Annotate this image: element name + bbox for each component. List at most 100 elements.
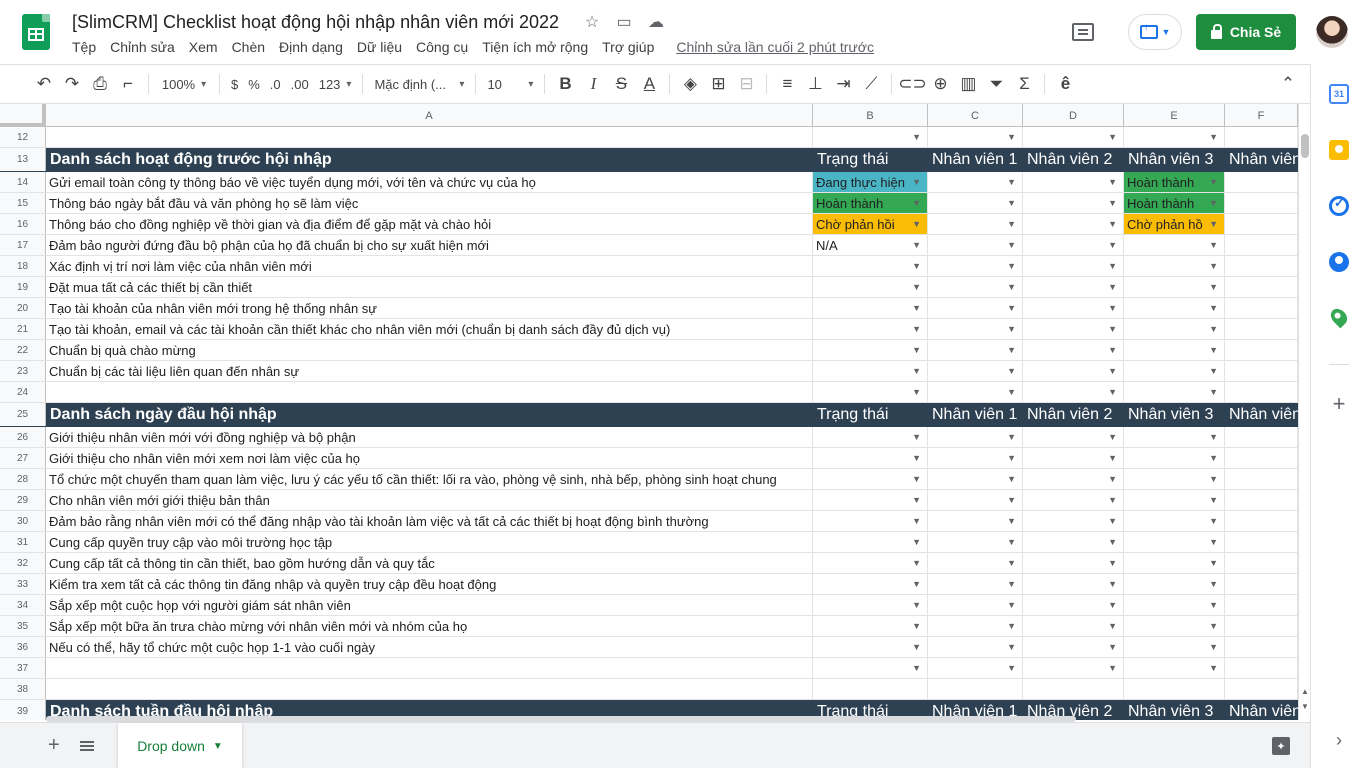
- cell-e[interactable]: ▼: [1124, 319, 1225, 339]
- cell-a[interactable]: Xác định vị trí nơi làm việc của nhân vi…: [46, 256, 813, 276]
- cell-d[interactable]: ▼: [1023, 235, 1124, 255]
- cell-b[interactable]: ▼: [813, 382, 928, 402]
- cell-e[interactable]: ▼: [1124, 235, 1225, 255]
- move-folder-icon[interactable]: ▭: [614, 12, 634, 32]
- cell-e[interactable]: ▼: [1124, 658, 1225, 678]
- undo-icon[interactable]: ↶: [30, 70, 58, 98]
- cell-e[interactable]: ▼: [1124, 340, 1225, 360]
- cell-e[interactable]: ▼: [1124, 595, 1225, 615]
- cell-a[interactable]: Gửi email toàn công ty thông báo về việc…: [46, 172, 813, 192]
- cell-f[interactable]: [1225, 256, 1298, 276]
- cell-a[interactable]: Cho nhân viên mới giới thiệu bản thân: [46, 490, 813, 510]
- cell-e[interactable]: Chờ phản hồ ▼: [1124, 214, 1225, 234]
- cell-e[interactable]: ▼: [1124, 511, 1225, 531]
- dropdown-arrow-icon[interactable]: ▼: [912, 219, 921, 229]
- dropdown-arrow-icon[interactable]: ▼: [912, 579, 921, 589]
- zoom-select[interactable]: 100%: [155, 70, 213, 98]
- row-number[interactable]: 32: [0, 553, 46, 573]
- row-number[interactable]: 13: [0, 148, 46, 171]
- cell-f[interactable]: [1225, 448, 1298, 468]
- dropdown-arrow-icon[interactable]: ▼: [1209, 537, 1218, 547]
- cell-e[interactable]: [1124, 679, 1225, 699]
- dropdown-arrow-icon[interactable]: ▼: [1108, 177, 1117, 187]
- cell-e[interactable]: ▼: [1124, 382, 1225, 402]
- sheets-logo-icon[interactable]: [22, 14, 50, 50]
- menu-item[interactable]: Tiện ích mở rộng: [482, 39, 588, 55]
- row-number[interactable]: 35: [0, 616, 46, 636]
- dropdown-arrow-icon[interactable]: ▼: [1007, 324, 1016, 334]
- cell-e[interactable]: ▼: [1124, 427, 1225, 447]
- dropdown-arrow-icon[interactable]: ▼: [912, 663, 921, 673]
- dropdown-arrow-icon[interactable]: ▼: [1108, 432, 1117, 442]
- dropdown-arrow-icon[interactable]: ▼: [1108, 282, 1117, 292]
- dropdown-arrow-icon[interactable]: ▼: [1108, 495, 1117, 505]
- cell-c[interactable]: ▼: [928, 172, 1023, 192]
- cell-a[interactable]: Tạo tài khoản của nhân viên mới trong hệ…: [46, 298, 813, 318]
- row-number[interactable]: 36: [0, 637, 46, 657]
- dropdown-arrow-icon[interactable]: ▼: [1007, 177, 1016, 187]
- cell-e[interactable]: Nhân viên 3: [1124, 403, 1225, 426]
- cell-a[interactable]: Giới thiệu nhân viên mới với đồng nghiệp…: [46, 427, 813, 447]
- cell-f[interactable]: [1225, 361, 1298, 381]
- cell-c[interactable]: ▼: [928, 319, 1023, 339]
- dropdown-arrow-icon[interactable]: ▼: [1007, 663, 1016, 673]
- dropdown-arrow-icon[interactable]: ▼: [1007, 282, 1016, 292]
- row-number[interactable]: 33: [0, 574, 46, 594]
- dropdown-arrow-icon[interactable]: ▼: [1007, 579, 1016, 589]
- cell-f[interactable]: [1225, 277, 1298, 297]
- share-button[interactable]: Chia Sẻ: [1196, 14, 1296, 50]
- cell-e[interactable]: ▼: [1124, 553, 1225, 573]
- cell-d[interactable]: ▼: [1023, 172, 1124, 192]
- dropdown-arrow-icon[interactable]: ▼: [912, 453, 921, 463]
- all-sheets-icon[interactable]: [80, 741, 94, 751]
- dropdown-arrow-icon[interactable]: ▼: [1108, 579, 1117, 589]
- dropdown-arrow-icon[interactable]: ▼: [1007, 303, 1016, 313]
- font-select[interactable]: Mặc định (...: [369, 70, 469, 98]
- row-number[interactable]: 29: [0, 490, 46, 510]
- row-number[interactable]: 37: [0, 658, 46, 678]
- cell-c[interactable]: ▼: [928, 532, 1023, 552]
- dropdown-arrow-icon[interactable]: ▼: [912, 387, 921, 397]
- bold-icon[interactable]: B: [551, 70, 579, 98]
- cell-c[interactable]: ▼: [928, 637, 1023, 657]
- dropdown-arrow-icon[interactable]: ▼: [1007, 219, 1016, 229]
- cell-b[interactable]: ▼: [813, 532, 928, 552]
- cell-e[interactable]: ▼: [1124, 277, 1225, 297]
- cell-f[interactable]: [1225, 340, 1298, 360]
- decrease-decimal-button[interactable]: .0: [265, 70, 286, 98]
- dropdown-arrow-icon[interactable]: ▼: [1007, 642, 1016, 652]
- cell-d[interactable]: ▼: [1023, 319, 1124, 339]
- cell-e[interactable]: ▼: [1124, 469, 1225, 489]
- italic-icon[interactable]: I: [579, 70, 607, 98]
- dropdown-arrow-icon[interactable]: ▼: [1209, 240, 1218, 250]
- currency-format-button[interactable]: $: [226, 70, 243, 98]
- row-number[interactable]: 34: [0, 595, 46, 615]
- cell-a[interactable]: Đảm bảo rằng nhân viên mới có thể đăng n…: [46, 511, 813, 531]
- strikethrough-icon[interactable]: S: [607, 70, 635, 98]
- cell-c[interactable]: [928, 679, 1023, 699]
- cell-e[interactable]: Nhân viên 3: [1124, 148, 1225, 171]
- scroll-up-icon[interactable]: ▲: [1301, 687, 1309, 696]
- cell-c[interactable]: ▼: [928, 427, 1023, 447]
- cell-a[interactable]: [46, 679, 813, 699]
- cell-a[interactable]: Sắp xếp một bữa ăn trưa chào mừng với nh…: [46, 616, 813, 636]
- collapse-toolbar-icon[interactable]: ⌃: [1274, 70, 1302, 98]
- horizontal-align-icon[interactable]: ≡: [773, 70, 801, 98]
- column-header-d[interactable]: D: [1023, 104, 1124, 127]
- keep-icon[interactable]: [1329, 140, 1349, 160]
- cell-e[interactable]: ▼: [1124, 490, 1225, 510]
- dropdown-arrow-icon[interactable]: ▼: [912, 621, 921, 631]
- cell-a[interactable]: Chuẩn bị các tài liệu liên quan đến nhân…: [46, 361, 813, 381]
- cell-d[interactable]: Nhân viên 2: [1023, 403, 1124, 426]
- insert-link-icon[interactable]: ⊂⊃: [898, 70, 927, 98]
- menu-item[interactable]: Công cụ: [416, 39, 468, 55]
- cell-a[interactable]: Danh sách ngày đầu hội nhập: [46, 403, 813, 426]
- calendar-icon[interactable]: 31: [1329, 84, 1349, 104]
- row-number[interactable]: 15: [0, 193, 46, 213]
- cell-f[interactable]: [1225, 511, 1298, 531]
- comment-history-icon[interactable]: [1072, 23, 1094, 41]
- input-tools-icon[interactable]: ê: [1051, 70, 1079, 98]
- cell-f[interactable]: [1225, 127, 1298, 147]
- cell-f[interactable]: [1225, 298, 1298, 318]
- cell-c[interactable]: ▼: [928, 574, 1023, 594]
